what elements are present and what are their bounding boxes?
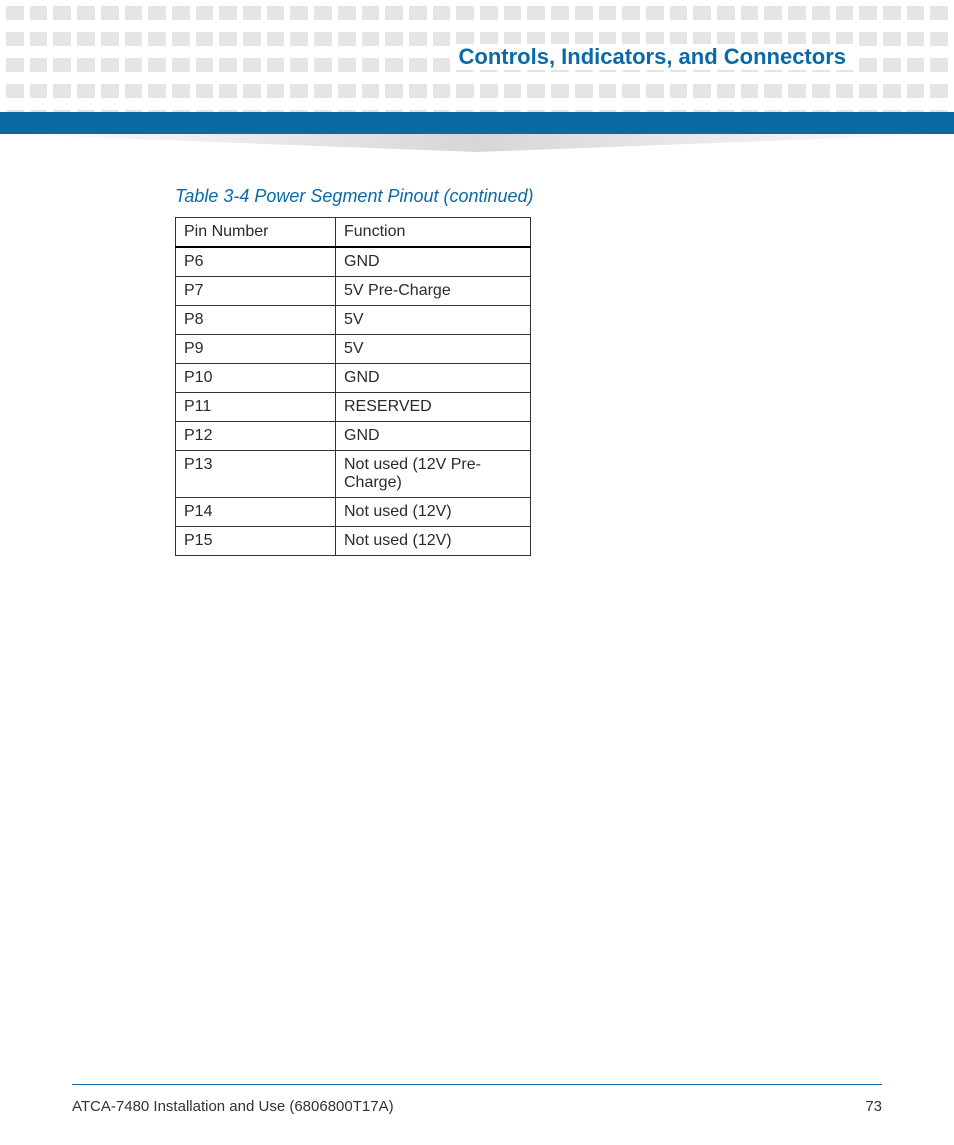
header-shadow [0,134,954,152]
cell-pin: P12 [176,422,336,451]
col-function: Function [336,218,531,248]
cell-function: Not used (12V) [336,498,531,527]
cell-function: GND [336,422,531,451]
table-row: P14Not used (12V) [176,498,531,527]
chapter-title: Controls, Indicators, and Connectors [451,44,854,70]
table-row: P12GND [176,422,531,451]
cell-function: Not used (12V Pre-Charge) [336,451,531,498]
table-body: P6GNDP75V Pre-ChargeP85VP95VP10GNDP11RES… [176,247,531,556]
cell-pin: P14 [176,498,336,527]
table-row: P85V [176,306,531,335]
table-row: P13Not used (12V Pre-Charge) [176,451,531,498]
cell-function: 5V [336,306,531,335]
page-footer: ATCA-7480 Installation and Use (6806800T… [72,1098,882,1115]
table-row: P95V [176,335,531,364]
cell-function: GND [336,247,531,277]
cell-function: RESERVED [336,393,531,422]
header-blue-bar [0,112,954,134]
pinout-table: Pin Number Function P6GNDP75V Pre-Charge… [175,217,531,556]
cell-function: Not used (12V) [336,527,531,556]
cell-pin: P6 [176,247,336,277]
cell-function: GND [336,364,531,393]
footer-rule [72,1084,882,1085]
table-row: P15Not used (12V) [176,527,531,556]
cell-function: 5V [336,335,531,364]
cell-pin: P7 [176,277,336,306]
cell-pin: P8 [176,306,336,335]
cell-pin: P13 [176,451,336,498]
table-row: P6GND [176,247,531,277]
cell-function: 5V Pre-Charge [336,277,531,306]
cell-pin: P9 [176,335,336,364]
cell-pin: P10 [176,364,336,393]
table-row: P11RESERVED [176,393,531,422]
table-row: P75V Pre-Charge [176,277,531,306]
cell-pin: P11 [176,393,336,422]
footer-page-number: 73 [865,1098,882,1115]
col-pin-number: Pin Number [176,218,336,248]
table-header-row: Pin Number Function [176,218,531,248]
footer-doc-title: ATCA-7480 Installation and Use (6806800T… [72,1098,394,1115]
table-row: P10GND [176,364,531,393]
cell-pin: P15 [176,527,336,556]
table-caption: Table 3-4 Power Segment Pinout (continue… [175,186,795,207]
content-area: Table 3-4 Power Segment Pinout (continue… [175,186,795,556]
